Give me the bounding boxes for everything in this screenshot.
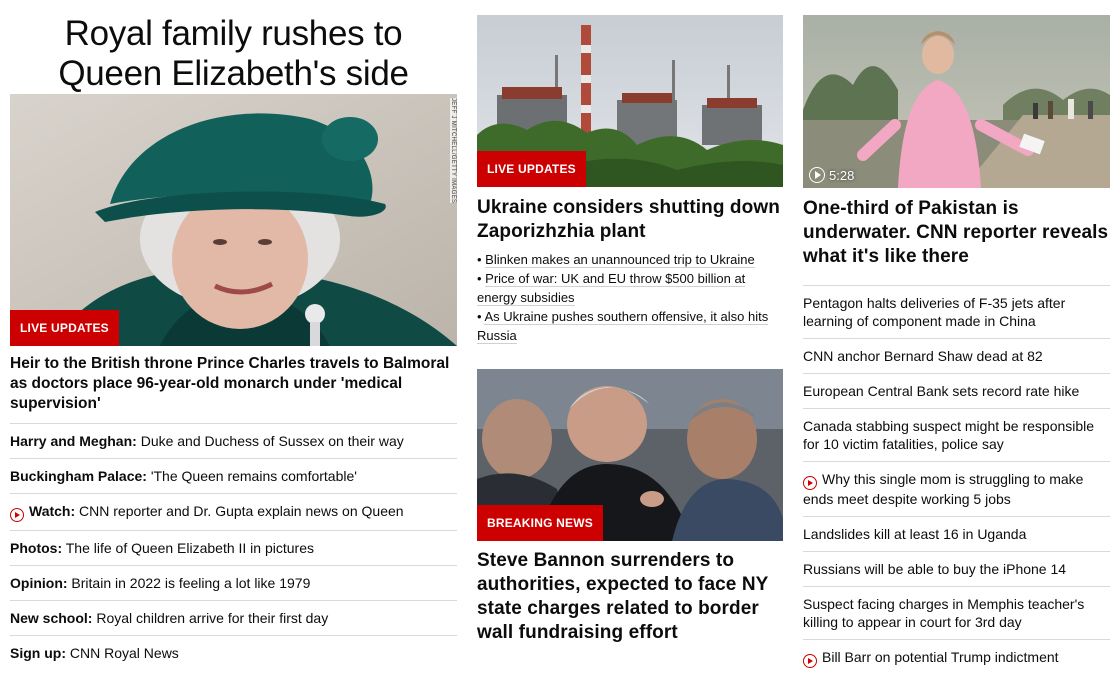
item-text: Britain in 2022 is feeling a lot like 19… [67, 575, 311, 591]
bullet-text: Price of war: UK and EU throw $500 billi… [477, 271, 746, 306]
list-item[interactable]: Why this single mom is struggling to mak… [803, 461, 1110, 516]
item-text: Duke and Duchess of Sussex on their way [136, 433, 404, 449]
list-item[interactable]: CNN anchor Bernard Shaw dead at 82 [803, 338, 1110, 373]
item-label: Watch: [29, 503, 76, 519]
item-text: CNN anchor Bernard Shaw dead at 82 [803, 348, 1043, 364]
pakistan-video[interactable]: 5:28 [803, 15, 1110, 188]
item-label: New school: [10, 610, 93, 626]
queen-photo[interactable]: JEFF J MITCHELL/GETTY IMAGES LIVE UPDATE… [10, 94, 457, 346]
item-text: Canada stabbing suspect might be respons… [803, 418, 1095, 452]
photo-credit: JEFF J MITCHELL/GETTY IMAGES [450, 98, 456, 204]
list-item[interactable]: Suspect facing charges in Memphis teache… [803, 586, 1110, 639]
list-item[interactable]: Sign up: CNN Royal News [10, 635, 457, 670]
ukraine-story-link[interactable]: Ukraine considers shutting down Zaporizh… [477, 196, 783, 244]
main-headline[interactable]: Royal family rushes to Queen Elizabeth's… [10, 14, 457, 94]
bannon-story-link[interactable]: Steve Bannon surrenders to authorities, … [477, 549, 783, 645]
item-label: Sign up: [10, 645, 66, 661]
video-duration: 5:28 [809, 167, 854, 183]
play-icon [809, 167, 825, 183]
royal-column: Royal family rushes to Queen Elizabeth's… [10, 0, 457, 670]
item-text: Bill Barr on potential Trump indictment [822, 649, 1059, 665]
item-label: Photos: [10, 540, 63, 556]
list-item[interactable]: Watch: CNN reporter and Dr. Gupta explai… [10, 493, 457, 530]
live-updates-badge: LIVE UPDATES [477, 151, 586, 187]
bullet-text: Blinken makes an unannounced trip to Ukr… [485, 252, 755, 268]
right-column: 5:28 One-third of Pakistan is underwater… [803, 0, 1110, 676]
bannon-photo[interactable]: BREAKING NEWS [477, 369, 783, 541]
power-plant-photo[interactable]: LIVE UPDATES [477, 15, 783, 187]
list-item[interactable]: Bill Barr on potential Trump indictment [803, 639, 1110, 676]
headlines-list: Pentagon halts deliveries of F-35 jets a… [803, 285, 1110, 676]
item-text: 'The Queen remains comfortable' [146, 468, 357, 484]
list-item[interactable]: Opinion: Britain in 2022 is feeling a lo… [10, 565, 457, 600]
lead-story-link[interactable]: Heir to the British throne Prince Charle… [10, 354, 457, 414]
item-label: Harry and Meghan: [10, 433, 137, 449]
list-item[interactable]: Russians will be able to buy the iPhone … [803, 551, 1110, 586]
breaking-news-badge: BREAKING NEWS [477, 505, 603, 541]
list-item[interactable]: Harry and Meghan: Duke and Duchess of Su… [10, 423, 457, 458]
item-label: Buckingham Palace: [10, 468, 147, 484]
list-item[interactable]: European Central Bank sets record rate h… [803, 373, 1110, 408]
item-text: Landslides kill at least 16 in Uganda [803, 526, 1027, 542]
item-text: The life of Queen Elizabeth II in pictur… [62, 540, 314, 556]
item-text: CNN Royal News [66, 645, 179, 661]
live-updates-badge: LIVE UPDATES [10, 310, 119, 346]
item-text: Pentagon halts deliveries of F-35 jets a… [803, 295, 1066, 329]
item-text: Suspect facing charges in Memphis teache… [803, 596, 1085, 630]
duration-text: 5:28 [829, 167, 855, 183]
list-item[interactable]: New school: Royal children arrive for th… [10, 600, 457, 635]
play-icon [803, 654, 817, 668]
cnn-homepage: Royal family rushes to Queen Elizabeth's… [0, 0, 1120, 687]
item-text: Russians will be able to buy the iPhone … [803, 561, 1067, 577]
list-item[interactable]: Photos: The life of Queen Elizabeth II i… [10, 530, 457, 565]
royal-related-list: Harry and Meghan: Duke and Duchess of Su… [10, 423, 457, 670]
play-icon [803, 476, 817, 490]
bullet-link[interactable]: • Price of war: UK and EU throw $500 bil… [477, 269, 783, 307]
item-text: Royal children arrive for their first da… [92, 610, 329, 626]
item-text: European Central Bank sets record rate h… [803, 383, 1080, 399]
item-text: CNN reporter and Dr. Gupta explain news … [75, 503, 404, 519]
queen-photo-image [10, 94, 457, 346]
list-item[interactable]: Pentagon halts deliveries of F-35 jets a… [803, 285, 1110, 338]
item-label: Opinion: [10, 575, 68, 591]
list-item[interactable]: Buckingham Palace: 'The Queen remains co… [10, 458, 457, 493]
list-item[interactable]: Landslides kill at least 16 in Uganda [803, 516, 1110, 551]
bullet-text: As Ukraine pushes southern offensive, it… [477, 309, 769, 344]
list-item[interactable]: Canada stabbing suspect might be respons… [803, 408, 1110, 461]
bullet-link[interactable]: • As Ukraine pushes southern offensive, … [477, 307, 783, 345]
pakistan-flood-image [803, 15, 1110, 188]
bullet-link[interactable]: • Blinken makes an unannounced trip to U… [477, 250, 783, 269]
play-icon [10, 508, 24, 522]
middle-column: LIVE UPDATES Ukraine considers shutting … [477, 0, 783, 645]
ukraine-bullets: • Blinken makes an unannounced trip to U… [477, 250, 783, 345]
item-text: Why this single mom is struggling to mak… [803, 471, 1084, 507]
pakistan-story-link[interactable]: One-third of Pakistan is underwater. CNN… [803, 197, 1110, 269]
